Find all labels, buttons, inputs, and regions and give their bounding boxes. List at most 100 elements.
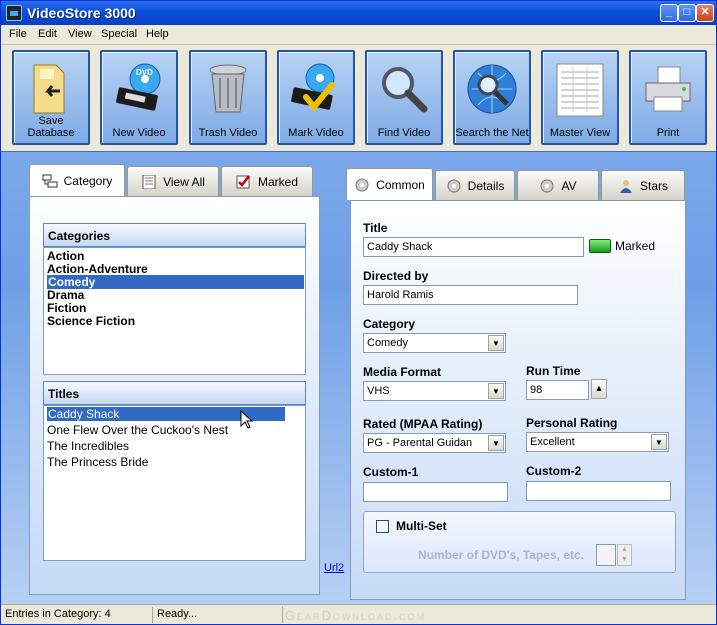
mouse-cursor-icon [240,410,254,429]
tab-category[interactable]: Category [29,164,125,196]
run-time-label: Run Time [526,364,581,378]
category-select[interactable]: Comedy ▼ [363,333,506,353]
title-item[interactable]: One Flew Over the Cuckoo's Nest [47,423,228,437]
find-video-label: Find Video [377,127,431,139]
trash-video-button[interactable]: Trash Video [189,50,267,145]
personal-rating-value: Excellent [530,436,575,448]
tab-stars-label: Stars [639,178,668,193]
tab-marked[interactable]: Marked [221,166,313,196]
menu-special[interactable]: Special [101,28,137,40]
categories-list[interactable]: Action Action-Adventure Comedy Drama Fic… [43,247,306,375]
save-database-button[interactable]: Save Database [12,50,90,145]
window-title: VideoStore 3000 [27,5,136,21]
titles-list[interactable]: Caddy Shack One Flew Over the Cuckoo's N… [43,405,306,561]
mark-video-button[interactable]: Mark Video [277,50,355,145]
tab-av[interactable]: AV [517,170,599,200]
custom-1-label: Custom-1 [363,465,419,479]
print-button[interactable]: Print [629,50,707,145]
run-time-field[interactable]: 98 [526,380,589,400]
find-video-button[interactable]: Find Video [365,50,443,145]
custom-1-field[interactable] [363,482,508,502]
folder-save-icon [23,58,79,120]
master-view-button[interactable]: Master View [541,50,619,145]
category-item[interactable]: Science Fiction [47,314,135,328]
app-window: VideoStore 3000 _ □ ✕ File Edit View Spe… [0,0,717,625]
tab-details[interactable]: Details [435,170,515,200]
category-label: Category [363,317,416,331]
category-tree-icon [42,174,58,188]
url-link[interactable]: Url2 [324,562,344,574]
globe-magnifier-icon [464,58,520,120]
number-of-dvds-field[interactable] [596,544,616,566]
dvd-tape-icon: DVD [111,58,167,120]
category-item[interactable]: Drama [47,288,84,302]
person-icon [618,179,634,193]
tab-common[interactable]: Common [346,168,433,200]
cd-icon [354,178,370,192]
dropdown-arrow-icon[interactable]: ▼ [488,435,504,451]
content-area: Category View All Marked Categories Acti… [1,151,716,604]
search-the-net-button[interactable]: Search the Net [453,50,531,145]
document-list-icon [141,174,157,189]
svg-text:DVD: DVD [136,68,153,77]
multi-set-checkbox[interactable] [376,520,389,533]
category-item[interactable]: Fiction [47,301,86,315]
title-item[interactable]: The Incredibles [47,439,129,453]
close-button[interactable]: ✕ [696,4,714,22]
category-item[interactable]: Action-Adventure [47,262,148,276]
title-item[interactable]: The Princess Bride [47,455,148,469]
media-format-value: VHS [367,385,390,397]
marked-indicator-icon[interactable] [589,239,611,253]
new-video-label: New Video [112,127,166,139]
personal-rating-select[interactable]: Excellent ▼ [526,432,669,452]
tab-marked-label: Marked [257,174,298,189]
status-ready: Ready... [153,607,283,623]
tab-av-label: AV [561,178,577,193]
category-item[interactable]: Action [47,249,84,263]
title-bar[interactable]: VideoStore 3000 _ □ ✕ [1,1,716,25]
trash-video-label: Trash Video [198,127,258,139]
tab-view-all-label: View All [163,174,205,189]
menu-edit[interactable]: Edit [38,28,57,40]
print-label: Print [656,127,680,139]
titles-header: Titles [43,381,306,405]
dropdown-arrow-icon[interactable]: ▼ [651,434,667,450]
video-details-panel: Title Caddy Shack Marked Directed by Har… [350,200,686,600]
category-select-value: Comedy [367,337,408,349]
toolbar: Save Database DVD New Video Trash Video … [1,45,716,149]
app-icon [6,5,22,21]
maximize-button[interactable]: □ [678,4,696,22]
dropdown-arrow-icon[interactable]: ▼ [488,335,504,351]
title-field[interactable]: Caddy Shack [363,237,584,257]
category-item-selected[interactable]: Comedy [47,275,304,289]
checkbox-checked-icon [236,174,252,189]
rated-select-value: PG - Parental Guidan [367,437,473,449]
media-format-label: Media Format [363,365,442,379]
tab-view-all[interactable]: View All [127,166,219,196]
minimize-button[interactable]: _ [660,4,678,22]
menu-bar: File Edit View Special Help [1,25,716,45]
search-the-net-label: Search the Net [455,127,529,139]
directed-by-label: Directed by [363,269,429,283]
menu-help[interactable]: Help [146,28,169,40]
rated-select[interactable]: PG - Parental Guidan ▼ [363,433,506,453]
menu-file[interactable]: File [9,28,27,40]
run-time-spinner-up-icon[interactable]: ▲ [591,379,607,399]
printer-icon [640,58,696,120]
tab-stars[interactable]: Stars [601,170,685,200]
media-format-select[interactable]: VHS ▼ [363,381,506,401]
cd-icon [446,179,462,193]
new-video-button[interactable]: DVD New Video [100,50,178,145]
mark-video-label: Mark Video [288,127,344,139]
menu-view[interactable]: View [68,28,92,40]
dropdown-arrow-icon[interactable]: ▼ [488,383,504,399]
trash-can-icon [200,58,256,120]
tab-details-label: Details [467,178,505,193]
tab-category-label: Category [63,173,113,188]
marked-label: Marked [615,239,656,253]
custom-2-field[interactable] [526,481,671,501]
number-of-dvds-spinner-icon[interactable]: ▲ ▼ [617,544,632,566]
save-database-label: Save Database [27,115,75,139]
directed-by-field[interactable]: Harold Ramis [363,285,578,305]
number-of-dvds-label: Number of DVD's, Tapes, etc. [418,548,585,562]
